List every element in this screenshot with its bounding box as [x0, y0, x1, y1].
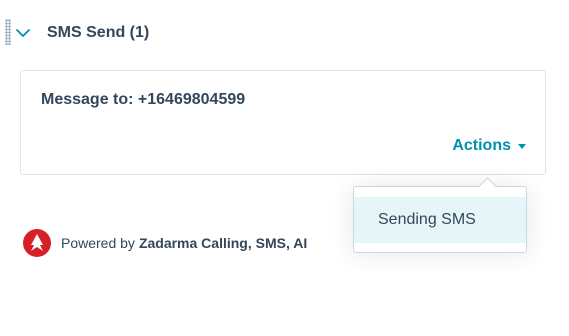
chevron-down-icon[interactable]: [14, 24, 32, 42]
drag-handle-icon[interactable]: [5, 19, 11, 45]
section-header-sms-send[interactable]: SMS Send (1): [14, 18, 149, 48]
powered-by-footer: Powered by Zadarma Calling, SMS, AI: [23, 229, 307, 257]
actions-dropdown-menu: Sending SMS: [353, 177, 527, 253]
section-title: SMS Send (1): [47, 24, 150, 41]
zadarma-logo-icon: [23, 229, 51, 257]
menu-item-sending-sms[interactable]: Sending SMS: [354, 197, 526, 243]
powered-by-brand: Zadarma Calling, SMS, AI: [138, 235, 308, 251]
actions-button[interactable]: Actions: [452, 137, 526, 155]
dropdown-pointer: [478, 177, 497, 196]
caret-down-icon: [518, 144, 526, 149]
actions-label: Actions: [452, 137, 511, 154]
message-recipient: Message to: +16469804599: [41, 91, 246, 108]
sms-card: Message to: +16469804599 Actions: [20, 70, 546, 175]
powered-by-label: Powered by: [61, 235, 135, 251]
